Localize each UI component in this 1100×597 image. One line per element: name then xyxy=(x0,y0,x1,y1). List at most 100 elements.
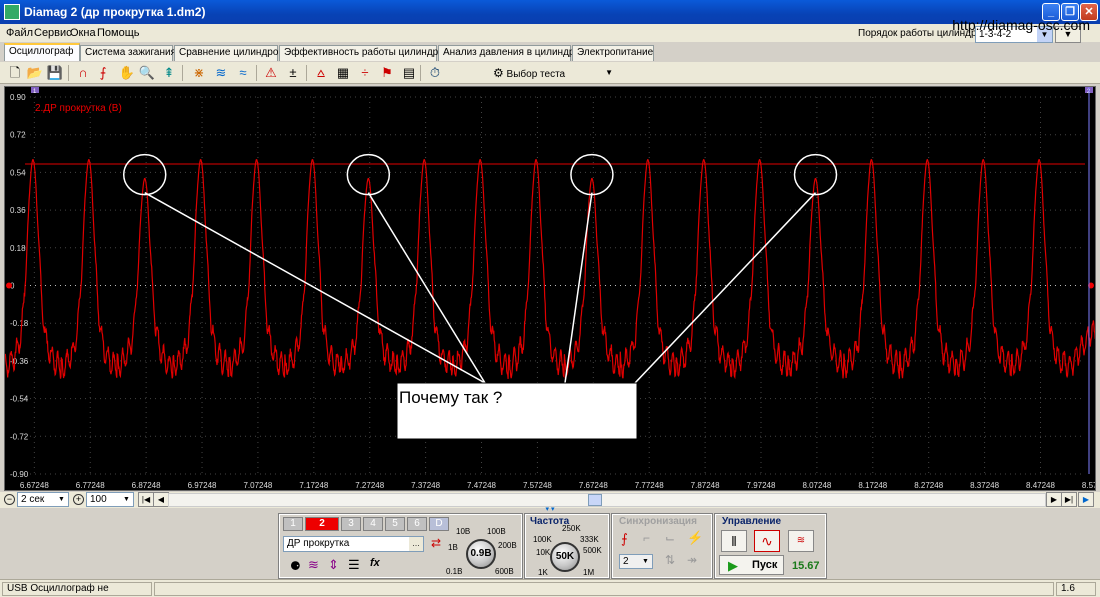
hand-icon[interactable]: ✋ xyxy=(118,64,136,82)
channel-icon[interactable]: ∩ xyxy=(74,64,92,82)
trigger-icon[interactable]: ⨍ xyxy=(94,64,112,82)
save-icon[interactable]: 💾 xyxy=(46,64,64,82)
oscilloscope-plot[interactable]: 0.90 0.72 0.54 0.36 0.18 0 -0.18 -0.36 -0.54 -0.7… xyxy=(4,86,1096,491)
range-knob-value: 0.9В xyxy=(470,548,492,559)
toolbar-divider xyxy=(420,65,421,81)
sync-level-icon[interactable]: ⇅ xyxy=(665,553,675,567)
chevron-down-icon: ▼ xyxy=(58,496,65,503)
sync-panel: Синхронизация ⨍ ⌐ ⌙ ⚡ 2 ▼ ⇅ ↠ xyxy=(611,513,713,579)
peak-point xyxy=(479,159,481,161)
split-icon[interactable]: ÷ xyxy=(356,64,374,82)
start-button[interactable]: ▶ Пуск xyxy=(719,555,784,575)
wave-icon[interactable]: ≈ xyxy=(234,64,252,82)
tab-cylinder-compare[interactable]: Сравнение цилиндров xyxy=(174,45,284,61)
clock-icon[interactable]: ⏱ xyxy=(426,64,444,82)
filter-icon[interactable]: ⩟ xyxy=(312,64,330,82)
callout-line xyxy=(564,192,593,384)
menu-service[interactable]: Сервис xyxy=(34,27,72,39)
table-icon[interactable]: ▦ xyxy=(334,64,352,82)
auto-icon[interactable]: ⚠ xyxy=(262,64,280,82)
channel-name-field[interactable]: ДР прокрутка … xyxy=(283,536,424,552)
zoom-icon[interactable]: 🔍 xyxy=(138,64,156,82)
tab-bar: Осциллограф Система зажигания Сравнение … xyxy=(0,43,1100,61)
offset-icon[interactable]: ⇕ xyxy=(328,557,339,573)
tab-ignition[interactable]: Система зажигания xyxy=(80,45,176,61)
menu-file[interactable]: Файл xyxy=(6,27,33,39)
range-label: 10В xyxy=(456,527,471,536)
function-icon[interactable]: fx xyxy=(370,557,380,569)
sync-shift-icon[interactable]: ↠ xyxy=(687,553,697,567)
sine-mode-button[interactable]: ∿ xyxy=(754,530,780,552)
gear-icon: ⚙ xyxy=(493,66,504,80)
peak-point xyxy=(32,159,34,161)
sync-channel-select[interactable]: 2 ▼ xyxy=(619,554,653,569)
control-panel: Управление ‖ ∿ ≋ ▶ Пуск 15.67 xyxy=(714,513,827,579)
scroll-last-button[interactable]: ▶| xyxy=(1061,492,1077,507)
y-tick-label: -0.72 xyxy=(10,432,29,441)
horizontal-scrollbar[interactable] xyxy=(168,493,1046,507)
y-tick-label: 0.54 xyxy=(10,168,26,177)
tab-pressure-analysis[interactable]: Анализ давления в цилиндре xyxy=(438,45,580,61)
menu-windows[interactable]: Окна xyxy=(70,27,96,39)
ellipsis-icon[interactable]: … xyxy=(409,537,423,551)
rising-edge-icon[interactable]: ⨍ xyxy=(621,531,628,547)
x-tick-label: 7.87248 xyxy=(691,481,720,490)
channel-2-button[interactable]: 2 xyxy=(305,517,339,531)
new-file-icon[interactable]: 🗋 xyxy=(6,64,24,82)
scroll-first-button[interactable]: |◀ xyxy=(138,492,154,507)
edge-up-icon[interactable]: ⌐ xyxy=(643,531,650,545)
x-tick-label: 7.77248 xyxy=(635,481,664,490)
page-icon[interactable]: ▤ xyxy=(400,64,418,82)
zoom-select[interactable]: 100 ▼ xyxy=(86,492,134,507)
toolbar-divider xyxy=(68,65,69,81)
zoom-out-icon[interactable]: − xyxy=(4,494,15,505)
sync-channel-value: 2 xyxy=(623,556,629,567)
zoom-value: 100 xyxy=(90,494,107,505)
channel-3-button[interactable]: 3 xyxy=(341,517,361,531)
scroll-left-button[interactable]: ◀ xyxy=(153,492,169,507)
x-tick-label: 8.17248 xyxy=(858,481,887,490)
flag-icon[interactable]: ⚑ xyxy=(378,64,396,82)
wave-mode-button[interactable]: ≋ xyxy=(788,530,814,552)
panel-toggle[interactable]: ▾ ▾ xyxy=(330,506,770,513)
probe-icon[interactable]: ⚈ xyxy=(290,559,301,573)
zoom-in-icon[interactable]: + xyxy=(73,494,84,505)
marker-icon[interactable]: ⇞ xyxy=(160,64,178,82)
y-tick-label: -0.54 xyxy=(10,395,29,404)
channel-d-button[interactable]: D xyxy=(429,517,449,531)
peak-point xyxy=(647,159,649,161)
scrollbar-thumb[interactable] xyxy=(588,494,602,506)
open-folder-icon[interactable]: 📂 xyxy=(26,64,44,82)
frequency-label: 333K xyxy=(580,535,599,544)
overlay-icon[interactable]: ≋ xyxy=(212,64,230,82)
auto-sync-icon[interactable]: ⚡ xyxy=(687,530,703,546)
test-select[interactable]: ⚙ Выбор теста ▼ xyxy=(493,64,617,82)
time-window-value: 2 сек xyxy=(21,494,45,505)
menu-bar: Файл Сервис Окна Помощь Порядок работы ц… xyxy=(0,24,1100,43)
app-window: Diamag 2 (др прокрутка 1.dm2) _ ❐ ✕ Файл… xyxy=(0,0,1100,597)
tab-cylinder-efficiency[interactable]: Эффективность работы цилиндров xyxy=(279,45,449,61)
channel-1-button[interactable]: 1 xyxy=(283,517,303,531)
time-window-select[interactable]: 2 сек ▼ xyxy=(17,492,69,507)
lines-icon[interactable]: ☰ xyxy=(348,557,360,573)
pause-button[interactable]: ‖ xyxy=(721,530,747,552)
compress-icon[interactable]: ⋇ xyxy=(190,64,208,82)
peak-point xyxy=(535,159,537,161)
chevron-down-icon: ▼ xyxy=(605,68,613,77)
x-tick-label: 8.47248 xyxy=(1026,481,1055,490)
menu-help[interactable]: Помощь xyxy=(97,27,140,39)
channel-6-button[interactable]: 6 xyxy=(407,517,427,531)
y-tick-label: 0.90 xyxy=(10,93,26,102)
tab-power-supply[interactable]: Электропитание xyxy=(572,45,654,61)
x-tick-label: 7.67248 xyxy=(579,481,608,490)
channel-5-button[interactable]: 5 xyxy=(385,517,405,531)
tab-oscilloscope[interactable]: Осциллограф xyxy=(4,43,80,61)
zero-icon[interactable]: ± xyxy=(284,64,302,82)
scroll-right-button[interactable]: ▶ xyxy=(1046,492,1062,507)
invert-icon[interactable]: ≋ xyxy=(308,557,319,573)
play-scroll-button[interactable]: ▶ xyxy=(1078,492,1094,507)
channel-4-button[interactable]: 4 xyxy=(363,517,383,531)
edge-down-icon[interactable]: ⌙ xyxy=(665,531,675,545)
channel-settings-icon[interactable]: ⇄ xyxy=(428,536,444,552)
range-label: 100В xyxy=(487,527,506,536)
